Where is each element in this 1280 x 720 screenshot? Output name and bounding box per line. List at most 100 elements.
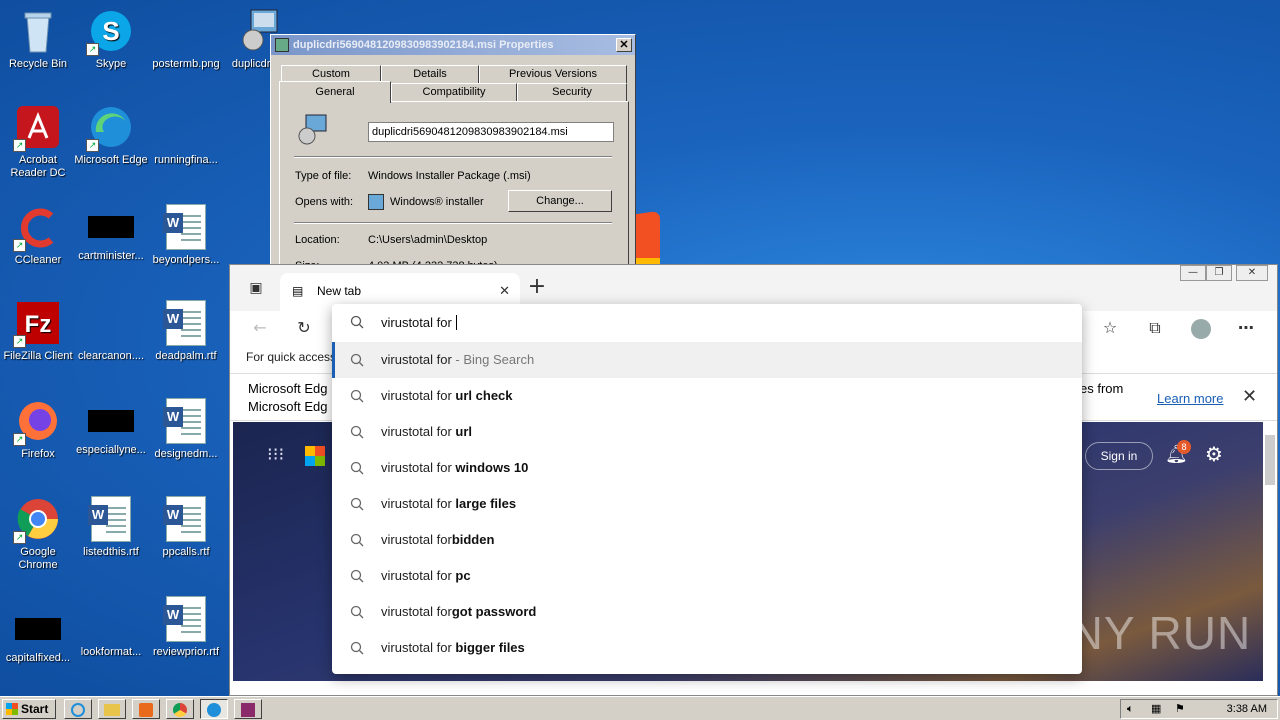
- desktop-icon-capitalfixed[interactable]: capitalfixed...: [0, 608, 76, 665]
- suggestion-item[interactable]: virustotal for pc: [332, 558, 1082, 594]
- desktop-icon-especiallyne[interactable]: especiallyne...: [73, 398, 149, 457]
- desktop-icon-ccleaner[interactable]: ↗ CCleaner: [0, 204, 76, 267]
- file-icon: [15, 618, 61, 640]
- learn-more-link[interactable]: Learn more: [1157, 391, 1223, 406]
- search-icon: [350, 389, 364, 403]
- suggestion-prefix: virustotal for: [381, 352, 452, 367]
- start-button[interactable]: Start: [2, 699, 56, 719]
- microsoft-logo-icon: [305, 446, 325, 466]
- suggestion-item[interactable]: virustotal for url check: [332, 378, 1082, 414]
- infobar-close-icon[interactable]: ✕: [1242, 386, 1257, 407]
- search-icon: [350, 533, 364, 547]
- dialog-close-button[interactable]: ✕: [616, 38, 632, 52]
- desktop-icon-label: lookformat...: [80, 646, 142, 658]
- word-document-icon: W: [163, 596, 209, 642]
- tab-previous-versions[interactable]: Previous Versions: [479, 65, 627, 83]
- profile-avatar-icon[interactable]: [1187, 314, 1215, 342]
- close-window-button[interactable]: ✕: [1236, 265, 1268, 281]
- type-value: Windows Installer Package (.msi): [368, 170, 531, 182]
- infobar-text-3: es from: [1080, 381, 1124, 396]
- file-icon: [163, 104, 209, 150]
- desktop-icon-beyondpers[interactable]: W beyondpers...: [148, 204, 224, 267]
- favbar-text: For quick access: [246, 350, 337, 364]
- tab-title: New tab: [317, 284, 362, 298]
- desktop-icon-recycle-bin[interactable]: Recycle Bin: [0, 8, 76, 71]
- system-tray: 🔈︎ ▦ ⚑ 3:38 AM: [1120, 699, 1278, 719]
- filename-input[interactable]: duplicdri5690481209830983902184.msi: [368, 122, 614, 142]
- anyrun-watermark: ANY RUN: [1038, 607, 1252, 659]
- taskbar-chrome-icon[interactable]: [166, 699, 194, 719]
- taskbar-explorer-icon[interactable]: [98, 699, 126, 719]
- suggestion-item[interactable]: virustotal forgot password: [332, 594, 1082, 630]
- taskbar-winrar-icon[interactable]: [234, 699, 262, 719]
- desktop-icon-skype[interactable]: S ↗ Skype: [73, 8, 149, 71]
- favorites-icon[interactable]: ☆: [1096, 314, 1124, 342]
- divider: [294, 222, 612, 224]
- opens-with-label: Opens with:: [295, 196, 354, 208]
- edge-icon: ↗: [86, 104, 134, 152]
- tab-security[interactable]: Security: [517, 83, 627, 101]
- address-input[interactable]: virustotal for: [332, 304, 1082, 342]
- desktop-icon-listedthis[interactable]: W listedthis.rtf: [73, 496, 149, 559]
- apps-grid-icon[interactable]: ⁝⁝⁝: [267, 444, 284, 465]
- taskbar-media-player-icon[interactable]: [132, 699, 160, 719]
- suggestion-item[interactable]: virustotal for - Bing Search: [332, 342, 1082, 378]
- notification-badge: 8: [1177, 440, 1191, 454]
- desktop-icon-firefox[interactable]: ↗ Firefox: [0, 398, 76, 461]
- suggestion-completion: bidden: [451, 532, 495, 547]
- desktop-icon-filezilla[interactable]: Fz ↗ FileZilla Client: [0, 300, 76, 363]
- desktop-icon-cartminister[interactable]: cartminister...: [73, 204, 149, 263]
- refresh-icon[interactable]: ↻: [290, 314, 318, 342]
- sign-in-button[interactable]: Sign in: [1085, 442, 1153, 470]
- desktop-icon-postermb[interactable]: postermb.png: [148, 8, 224, 71]
- maximize-button[interactable]: ❐: [1206, 265, 1232, 281]
- back-icon[interactable]: ←: [246, 314, 274, 342]
- taskbar-ie-icon[interactable]: [64, 699, 92, 719]
- desktop-icon-clearcanon[interactable]: clearcanon....: [73, 300, 149, 363]
- suggestion-completion: - Bing Search: [451, 352, 535, 367]
- tab-compatibility[interactable]: Compatibility: [391, 83, 517, 101]
- suggestion-completion: got password: [451, 604, 537, 619]
- taskbar-edge-icon[interactable]: [200, 699, 228, 719]
- new-tab-button[interactable]: +: [523, 274, 551, 302]
- volume-icon[interactable]: 🔈︎: [1127, 700, 1134, 718]
- change-button[interactable]: Change...: [508, 190, 612, 212]
- tab-actions-icon[interactable]: ▣: [242, 274, 270, 302]
- desktop-icon-reviewprior[interactable]: W reviewprior.rtf: [148, 596, 224, 659]
- suggestion-item[interactable]: virustotal for windows 10: [332, 450, 1082, 486]
- tab-close-icon[interactable]: ✕: [499, 283, 510, 299]
- suggestion-item[interactable]: virustotal for url: [332, 414, 1082, 450]
- network-icon[interactable]: ▦: [1151, 700, 1161, 718]
- tab-general[interactable]: General: [279, 81, 391, 103]
- suggestion-item[interactable]: virustotal forbidden: [332, 522, 1082, 558]
- search-icon: [350, 641, 364, 655]
- desktop-icon-label: especiallyne...: [76, 444, 146, 456]
- more-options-icon[interactable]: ⋯: [1232, 314, 1260, 342]
- desktop-icon-runningfina[interactable]: runningfina...: [148, 104, 224, 167]
- ccleaner-icon: ↗: [13, 204, 61, 252]
- desktop-icon-lookformat[interactable]: lookformat...: [73, 596, 149, 659]
- scrollbar-thumb[interactable]: [1265, 435, 1275, 485]
- tab-details[interactable]: Details: [381, 65, 479, 83]
- desktop-icon-ppcalls[interactable]: W ppcalls.rtf: [148, 496, 224, 559]
- collections-icon[interactable]: ⧉: [1141, 314, 1169, 342]
- desktop-icon-label: capitalfixed...: [5, 652, 71, 664]
- desktop-icon-chrome[interactable]: ↗ Google Chrome: [0, 496, 76, 572]
- image-file-icon: [163, 8, 209, 54]
- minimize-button[interactable]: —: [1180, 265, 1206, 281]
- suggestion-item[interactable]: virustotal for bigger files: [332, 630, 1082, 666]
- desktop-icon-acrobat[interactable]: ↗ Acrobat Reader DC: [0, 104, 76, 180]
- opens-with-value: Windows® installer: [390, 196, 484, 208]
- desktop-icon-edge[interactable]: ↗ Microsoft Edge: [73, 104, 149, 167]
- msi-installer-icon: [296, 114, 328, 146]
- desktop-icon-deadpalm[interactable]: W deadpalm.rtf: [148, 300, 224, 363]
- desktop-icon-label: reviewprior.rtf: [152, 646, 220, 658]
- suggestion-item[interactable]: virustotal for large files: [332, 486, 1082, 522]
- settings-gear-icon[interactable]: ⚙: [1205, 442, 1223, 466]
- desktop-icon-designedm[interactable]: W designedm...: [148, 398, 224, 461]
- action-center-flag-icon[interactable]: ⚑: [1175, 700, 1185, 718]
- acrobat-icon: ↗: [13, 104, 61, 152]
- dialog-titlebar[interactable]: duplicdri5690481209830983902184.msi Prop…: [271, 35, 635, 55]
- clock[interactable]: 3:38 AM: [1227, 700, 1267, 718]
- search-icon: [350, 353, 364, 367]
